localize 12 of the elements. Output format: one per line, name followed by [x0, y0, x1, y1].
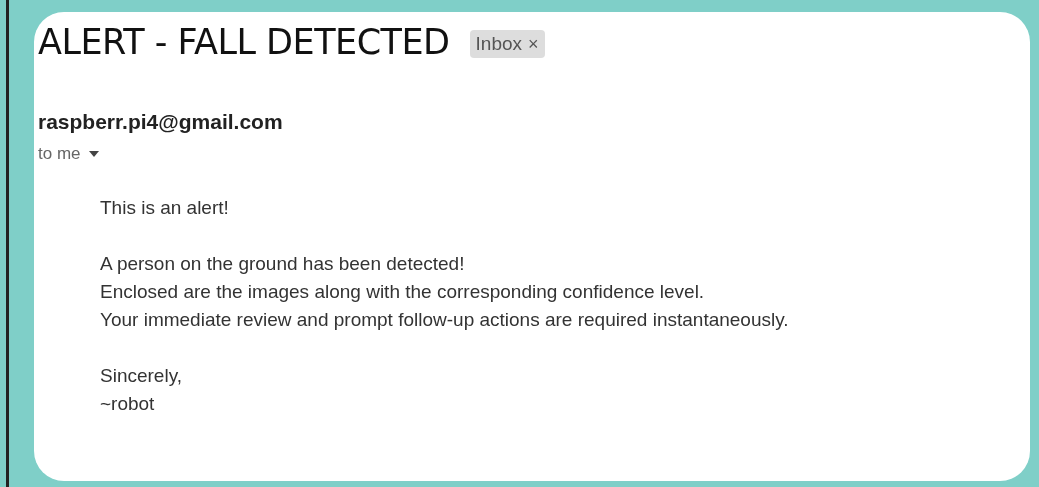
message-line: This is an alert!: [100, 196, 230, 220]
message-line: A person on the ground has been detected!: [100, 252, 466, 276]
sender-address: raspberr.pi4@gmail.com: [38, 110, 284, 134]
message-line: ~robot: [100, 392, 156, 416]
message-line: Your immediate review and prompt follow-up actions are required instantaneously.: [100, 308, 790, 332]
message-line: Sincerely,: [100, 364, 183, 388]
recipient-dropdown[interactable]: to me: [38, 144, 99, 164]
message-line: Enclosed are the images along with the corresponding confidence level.: [100, 280, 706, 304]
remove-label-button[interactable]: ×: [528, 33, 539, 55]
caret-icon: [88, 151, 99, 157]
email-subject: ALERT - FALL DETECTED: [38, 22, 450, 62]
label-text: Inbox: [475, 33, 522, 55]
